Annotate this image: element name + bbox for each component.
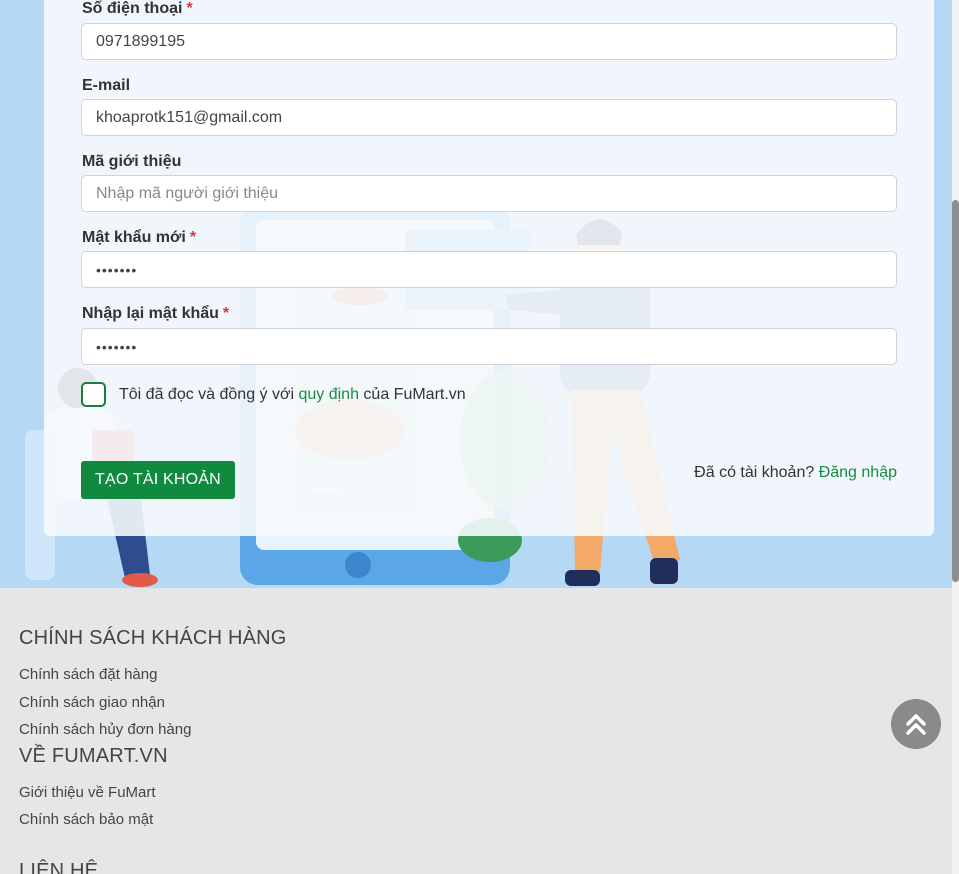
back-to-top-button[interactable]	[891, 699, 941, 749]
agree-checkbox[interactable]	[81, 382, 106, 407]
scrollbar-thumb[interactable]	[952, 200, 959, 582]
email-input[interactable]	[81, 99, 897, 136]
double-chevron-up-icon	[906, 714, 926, 735]
referral-input[interactable]	[81, 175, 897, 212]
login-prompt: Đã có tài khoản? Đăng nhập	[694, 464, 897, 481]
footer-link-privacy[interactable]: Chính sách bảo mật	[19, 811, 153, 828]
terms-link[interactable]: quy định	[298, 386, 359, 403]
new-password-input[interactable]	[81, 251, 897, 288]
login-link[interactable]: Đăng nhập	[819, 464, 897, 481]
required-mark: *	[189, 229, 197, 246]
customer-policy-heading: CHÍNH SÁCH KHÁCH HÀNG	[19, 627, 287, 649]
phone-input[interactable]	[81, 23, 897, 60]
footer-link-order-policy[interactable]: Chính sách đặt hàng	[19, 666, 157, 683]
confirm-password-input[interactable]	[81, 328, 897, 365]
referral-label: Mã giới thiệu	[82, 153, 182, 170]
required-mark: *	[222, 305, 230, 322]
confirm-password-label: Nhập lại mật khẩu *	[82, 305, 230, 322]
footer-link-cancel-policy[interactable]: Chính sách hủy đơn hàng	[19, 721, 191, 738]
contact-heading: LIÊN HỆ	[19, 860, 99, 874]
create-account-button[interactable]: TẠO TÀI KHOẢN	[81, 461, 235, 499]
phone-label: Số điện thoại *	[82, 0, 193, 17]
required-mark: *	[186, 0, 193, 17]
new-password-label: Mật khẩu mới *	[82, 229, 197, 246]
agree-text: Tôi đã đọc và đồng ý với quy định của Fu…	[119, 386, 466, 403]
about-heading: VỀ FUMART.VN	[19, 745, 168, 767]
footer-link-delivery-policy[interactable]: Chính sách giao nhận	[19, 694, 165, 711]
email-label: E-mail	[82, 77, 131, 94]
footer: CHÍNH SÁCH KHÁCH HÀNG Chính sách đặt hàn…	[0, 588, 952, 874]
footer-link-about[interactable]: Giới thiệu về FuMart	[19, 784, 156, 801]
